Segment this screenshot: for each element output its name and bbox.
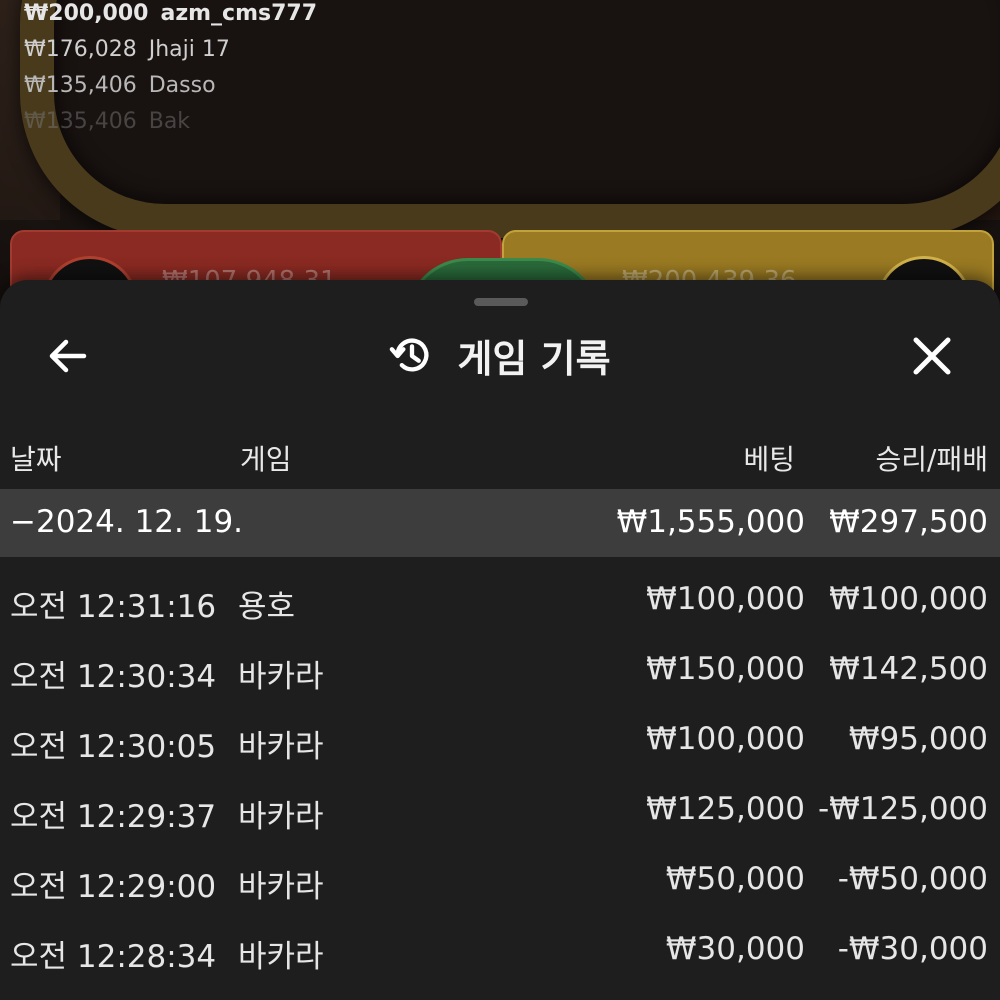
row-result: -₩30,000 [837, 931, 988, 967]
row-bet: ₩125,000 [646, 791, 805, 827]
close-icon [913, 337, 951, 375]
row-bet: ₩100,000 [646, 721, 805, 757]
row-result: -₩50,000 [837, 861, 988, 897]
history-row[interactable]: 오전 12:29:00 바카라 ₩50,000 -₩50,000 [0, 845, 1000, 915]
column-header-date[interactable]: 날짜 [10, 438, 62, 478]
column-header-result[interactable]: 승리/패배 [876, 438, 988, 478]
group-date: −2024. 12. 19. [10, 504, 244, 540]
page-title: 게임 기록 [457, 336, 611, 381]
row-time: 오전 12:30:05 [10, 729, 217, 765]
history-row[interactable]: 오전 12:29:37 바카라 ₩125,000 -₩125,000 [0, 775, 1000, 845]
row-game: 바카라 [238, 659, 324, 695]
history-row[interactable]: 오전 12:28:34 바카라 ₩30,000 -₩30,000 [0, 915, 1000, 985]
back-button[interactable] [44, 332, 92, 380]
history-icon [390, 338, 429, 372]
leaderboard: ₩200,000 azm_cms777 ₩176,028 Jhaji 17 ₩135… [24, 0, 444, 140]
history-row[interactable]: 오전 12:31:16 용호 ₩100,000 ₩100,000 [0, 565, 1000, 635]
row-time: 오전 12:31:16 [10, 589, 217, 625]
leaderboard-row: ₩200,000 azm_cms777 [24, 1, 318, 26]
sheet-header: 게임 기록 [0, 320, 1000, 390]
date-group-row[interactable]: −2024. 12. 19. ₩1,555,000 ₩297,500 [0, 489, 1000, 557]
row-game: 바카라 [238, 869, 324, 905]
sheet-title-group: 게임 기록 [0, 320, 1000, 390]
row-bet: ₩50,000 [665, 861, 805, 897]
row-time: 오전 12:30:34 [10, 659, 217, 695]
row-bet: ₩30,000 [665, 931, 805, 967]
row-bet: ₩100,000 [646, 581, 805, 617]
row-time: 오전 12:29:37 [10, 799, 217, 835]
row-result: ₩142,500 [829, 651, 988, 687]
row-game: 바카라 [238, 939, 324, 975]
history-list: 오전 12:31:16 용호 ₩100,000 ₩100,000 오전 12:3… [0, 565, 1000, 985]
group-total-bet: ₩1,555,000 [616, 504, 805, 540]
arrow-left-icon [49, 339, 87, 373]
row-bet: ₩150,000 [646, 651, 805, 687]
close-button[interactable] [908, 332, 956, 380]
leaderboard-row: ₩135,406 Bak [24, 109, 191, 134]
row-game: 용호 [238, 589, 296, 625]
row-time: 오전 12:28:34 [10, 939, 217, 975]
row-game: 바카라 [238, 799, 324, 835]
leaderboard-row: ₩176,028 Jhaji 17 [24, 37, 230, 62]
leaderboard-row: ₩135,406 Dasso [24, 73, 216, 98]
history-row[interactable]: 오전 12:30:05 바카라 ₩100,000 ₩95,000 [0, 705, 1000, 775]
row-result: -₩125,000 [817, 791, 988, 827]
column-header-bet[interactable]: 베팅 [743, 438, 795, 478]
row-game: 바카라 [238, 729, 324, 765]
column-header-game[interactable]: 게임 [240, 438, 292, 478]
row-result: ₩95,000 [848, 721, 988, 757]
history-row[interactable]: 오전 12:30:34 바카라 ₩150,000 ₩142,500 [0, 635, 1000, 705]
row-result: ₩100,000 [829, 581, 988, 617]
row-time: 오전 12:29:00 [10, 869, 217, 905]
sheet-drag-handle[interactable] [474, 298, 528, 306]
group-total-result: ₩297,500 [829, 504, 988, 540]
